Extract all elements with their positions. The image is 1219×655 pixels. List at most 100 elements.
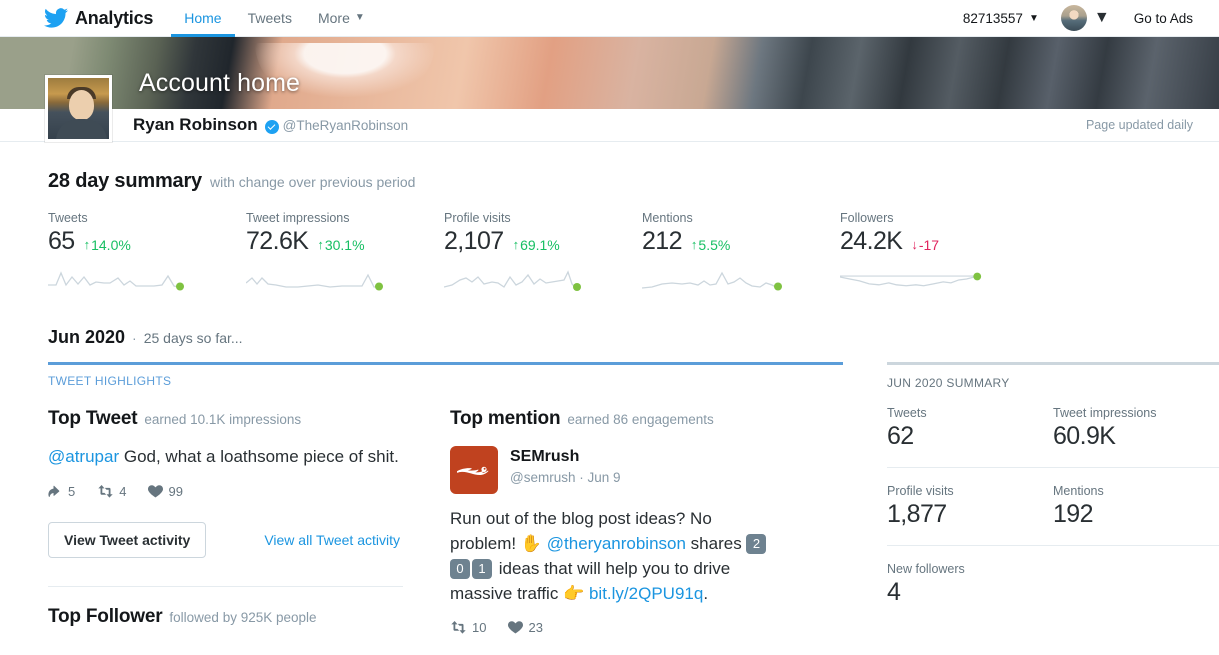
- avatar-body-shape: [56, 119, 107, 142]
- top-mention-account-meta: @semrush · Jun 9: [510, 466, 621, 485]
- profile-avatar[interactable]: [45, 75, 112, 142]
- top-mention-account-name: SEMrush: [510, 448, 621, 466]
- summary-panel-label: JUN 2020 SUMMARY: [887, 365, 1219, 390]
- mention-text-part2: shares: [686, 534, 746, 553]
- view-tweet-activity-button[interactable]: View Tweet activity: [48, 522, 206, 558]
- heart-icon: [148, 485, 163, 498]
- semrush-swoosh-shape: [457, 466, 491, 475]
- mention-like-count: 23: [528, 620, 542, 635]
- metric-followers-delta-value: -17: [919, 237, 939, 253]
- nav-item-tweets[interactable]: Tweets: [235, 1, 305, 37]
- metric-profile-visits-row: 2,107 ↑ 69.1%: [444, 227, 642, 256]
- account-id-label: 82713557: [963, 11, 1023, 26]
- keycap-digit-0: 0: [450, 559, 470, 579]
- summary-cell-profile-visits-value: 1,877: [887, 498, 1031, 529]
- metric-profile-visits-delta-value: 69.1%: [520, 237, 560, 253]
- top-mention-separator: ·: [579, 470, 584, 485]
- profile-name: Ryan Robinson: [133, 115, 258, 135]
- top-mention-text: Run out of the blog post ideas? No probl…: [450, 494, 780, 606]
- top-mention-heading: Top mention: [450, 408, 560, 430]
- retweet-stat: 4: [97, 484, 126, 499]
- hand-emoji-icon: ✋: [521, 534, 542, 553]
- like-count: 99: [168, 484, 182, 499]
- arrow-up-icon: ↑: [317, 237, 324, 252]
- summary-title: 28 day summary: [48, 170, 202, 193]
- account-id-menu[interactable]: 82713557 ▼: [955, 11, 1047, 26]
- top-tweet-stats: 5 4 99: [48, 470, 445, 499]
- view-all-tweet-activity-link[interactable]: View all Tweet activity: [264, 532, 400, 548]
- sparkline-mentions: [642, 263, 792, 293]
- metric-mentions-row: 212 ↑ 5.5%: [642, 227, 840, 256]
- twitter-bird-icon: [44, 8, 68, 28]
- keycap-digit-2: 2: [746, 534, 766, 554]
- verified-badge-icon: [265, 120, 279, 134]
- metric-followers: Followers 24.2K ↓ -17: [840, 211, 1080, 293]
- view-tweet-link[interactable]: View Tweet: [450, 635, 842, 655]
- nav-right-group: 82713557 ▼ ▼ Go to Ads: [955, 0, 1219, 36]
- summary-metrics-row: Tweets 65 ↑ 14.0% Tweet impressions 72.6…: [48, 193, 1193, 293]
- semrush-logo-icon: [450, 446, 498, 494]
- top-mention-stats: 10 23: [450, 606, 842, 635]
- brand-label: Analytics: [75, 8, 153, 29]
- summary-cell-tweet-impressions-value: 60.9K: [1053, 420, 1197, 451]
- metric-tweet-impressions-delta-value: 30.1%: [325, 237, 365, 253]
- user-avatar-menu[interactable]: ▼: [1047, 5, 1118, 31]
- top-tweet-title-row: Top Tweet earned 10.1K impressions: [48, 408, 445, 430]
- summary-cell-new-followers: New followers 4: [887, 546, 1053, 623]
- summary-cell-tweets: Tweets 62: [887, 390, 1053, 468]
- summary-header: 28 day summary with change over previous…: [48, 142, 1193, 193]
- page-updated-note: Page updated daily: [1086, 118, 1193, 132]
- sparkline-tweet-impressions: [246, 263, 396, 293]
- month-separator: ·: [132, 330, 137, 346]
- analytics-brand[interactable]: Analytics: [44, 0, 171, 36]
- metric-tweets-row: 65 ↑ 14.0%: [48, 227, 246, 256]
- top-mention-names: SEMrush @semrush · Jun 9: [510, 446, 621, 485]
- arrow-up-icon: ↑: [513, 237, 520, 252]
- mention-shortlink[interactable]: bit.ly/2QPU91q: [589, 584, 703, 603]
- metric-tweet-impressions-label: Tweet impressions: [246, 211, 444, 225]
- metric-tweet-impressions-value: 72.6K: [246, 227, 308, 256]
- tab-tweet-highlights[interactable]: TWEET HIGHLIGHTS: [48, 365, 843, 388]
- mention-text-end: .: [703, 584, 708, 603]
- metric-followers-row: 24.2K ↓ -17: [840, 227, 1080, 256]
- top-tweet-subheading: earned 10.1K impressions: [144, 412, 301, 427]
- summary-cell-profile-visits: Profile visits 1,877: [887, 468, 1053, 546]
- top-tweet-actions: View Tweet activity View all Tweet activ…: [48, 499, 445, 558]
- metric-mentions-value: 212: [642, 227, 682, 256]
- chevron-down-icon: ▼: [1029, 13, 1039, 24]
- metric-followers-label: Followers: [840, 211, 1080, 225]
- metric-profile-visits-label: Profile visits: [444, 211, 642, 225]
- like-stat: 99: [148, 484, 182, 499]
- summary-cell-profile-visits-label: Profile visits: [887, 484, 1031, 498]
- metric-tweets-value: 65: [48, 227, 75, 256]
- retweet-count: 4: [119, 484, 126, 499]
- nav-item-home[interactable]: Home: [171, 1, 234, 37]
- top-mention-subheading: earned 86 engagements: [567, 412, 713, 427]
- go-to-ads-link[interactable]: Go to Ads: [1118, 11, 1193, 26]
- metric-mentions: Mentions 212 ↑ 5.5%: [642, 211, 840, 293]
- metric-mentions-delta: ↑ 5.5%: [691, 237, 730, 253]
- chevron-down-icon: ▼: [355, 12, 365, 23]
- sparkline-tweets: [48, 263, 198, 293]
- avatar: [1061, 5, 1087, 31]
- nav-item-home-label: Home: [184, 10, 221, 26]
- page-content: 28 day summary with change over previous…: [0, 142, 1219, 655]
- sparkline-profile-visits: [444, 263, 594, 293]
- summary-cell-tweet-impressions: Tweet impressions 60.9K: [1053, 390, 1219, 468]
- nav-left-group: Analytics Home Tweets More ▼: [0, 0, 378, 36]
- metric-tweets-delta: ↑ 14.0%: [84, 237, 131, 253]
- top-mention-account[interactable]: SEMrush @semrush · Jun 9: [450, 430, 842, 494]
- top-tweet-mention-link[interactable]: @atrupar: [48, 447, 119, 466]
- arrow-up-icon: ↑: [84, 237, 91, 252]
- nav-item-more[interactable]: More ▼: [305, 1, 378, 37]
- summary-cell-mentions: Mentions 192: [1053, 468, 1219, 546]
- summary-cell-new-followers-value: 4: [887, 576, 1031, 607]
- mention-user-link[interactable]: @theryanrobinson: [547, 534, 686, 553]
- page-title: Account home: [139, 69, 300, 98]
- summary-cell-mentions-value: 192: [1053, 498, 1197, 529]
- keycap-digit-1: 1: [472, 559, 492, 579]
- retweet-icon: [97, 485, 114, 498]
- arrow-down-icon: ↓: [911, 237, 918, 252]
- mention-retweet-stat: 10: [450, 620, 486, 635]
- pointing-hand-emoji-icon: 👉: [563, 584, 584, 603]
